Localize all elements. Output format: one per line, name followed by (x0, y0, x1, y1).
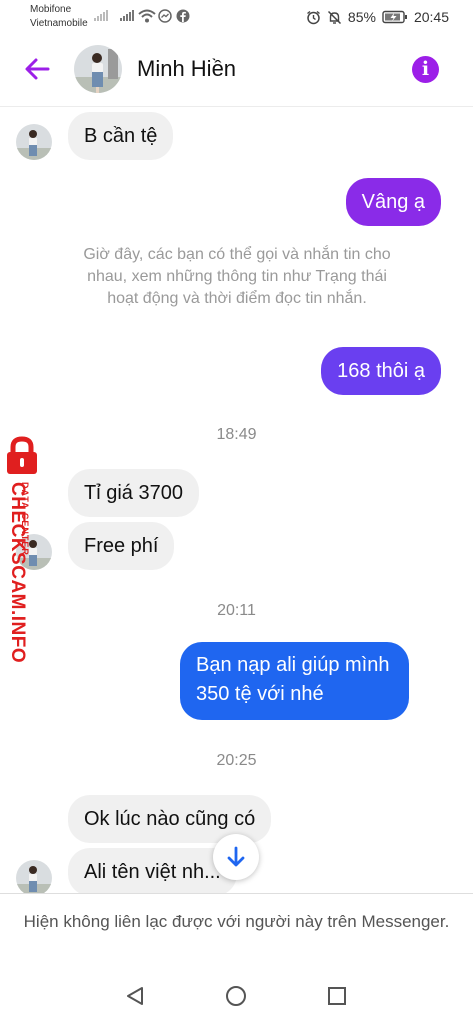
status-right: 85% 20:45 (306, 9, 449, 25)
contact-name[interactable]: Minh Hiền (137, 56, 236, 82)
arrow-down-icon (227, 846, 245, 867)
messenger-icon (158, 9, 172, 23)
sender-avatar[interactable] (16, 124, 52, 160)
back-arrow-icon[interactable] (22, 54, 52, 84)
message-line: 350 tệ với nhé (196, 683, 324, 705)
battery-percent: 85% (347, 9, 376, 25)
facebook-icon (176, 9, 190, 23)
wifi-icon (138, 9, 156, 23)
info-icon[interactable]: i (412, 56, 439, 83)
message-outgoing[interactable]: Bạn nạp ali giúp mình 350 tệ với nhé (180, 642, 409, 720)
watermark-title: CHECKSCAM.INFO (7, 482, 28, 664)
notice-text: Hiện không liên lạc được với người này t… (23, 912, 450, 931)
conversation-header: Minh Hiền i (0, 34, 473, 107)
carrier-2: Vietnamobile (30, 18, 88, 29)
message-outgoing[interactable]: Vâng ạ (345, 178, 441, 226)
system-note: Giờ đây, các bạn có thể gọi và nhắn tin … (83, 246, 391, 307)
battery-icon (382, 10, 407, 24)
message-incoming[interactable]: Free phí (68, 522, 175, 570)
system-nav-bar (0, 966, 473, 1024)
mute-bell-icon (327, 10, 341, 24)
lock-icon (7, 436, 37, 474)
signal-icon (120, 10, 134, 21)
contact-avatar[interactable] (74, 45, 122, 93)
message-incoming[interactable]: Tỉ giá 3700 (68, 469, 199, 517)
message-incoming[interactable]: Ali tên việt nh... (68, 848, 237, 896)
watermark: DATA CENTER CHECKSCAM.INFO (4, 436, 50, 666)
nav-back-icon[interactable] (124, 985, 146, 1007)
clock: 20:45 (413, 9, 449, 25)
composer-disabled-notice: Hiện không liên lạc được với người này t… (0, 893, 473, 967)
timestamp: 18:49 (216, 426, 257, 443)
signal-icon (94, 10, 108, 21)
sender-avatar[interactable] (16, 860, 52, 896)
nav-recents-icon[interactable] (326, 985, 348, 1007)
alarm-icon (306, 10, 320, 24)
timestamp: 20:25 (216, 752, 257, 769)
message-line: Bạn nạp ali giúp mình (196, 654, 390, 676)
nav-home-icon[interactable] (225, 985, 247, 1007)
carrier-1: Mobifone (30, 4, 72, 15)
status-bar: Mobifone Vietnamobile 85% 20:45 (0, 0, 473, 34)
message-outgoing[interactable]: 168 thôi ạ (321, 347, 441, 395)
message-incoming[interactable]: B cần tệ (68, 112, 174, 160)
scroll-to-bottom-button[interactable] (213, 834, 259, 880)
timestamp: 20:11 (217, 602, 256, 619)
